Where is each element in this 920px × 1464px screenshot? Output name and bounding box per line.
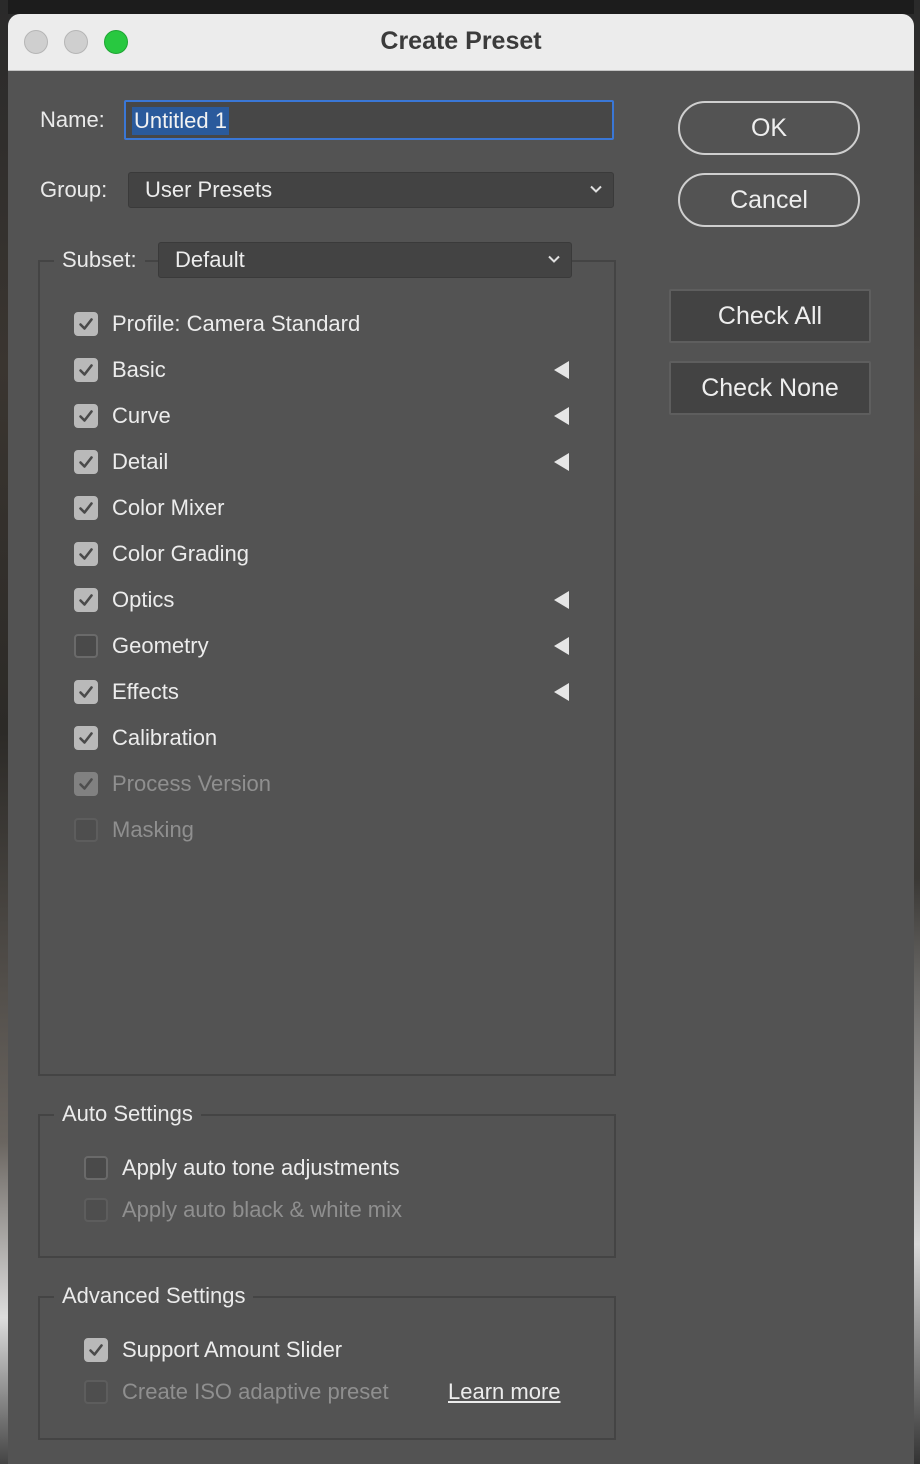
desktop-background-left [0, 0, 8, 1464]
checkbox-checked[interactable] [74, 680, 98, 704]
checkbox-unchecked[interactable] [84, 1156, 108, 1180]
setting-row[interactable]: Basic [74, 356, 614, 384]
checkbox-checked[interactable] [74, 588, 98, 612]
group-dropdown[interactable]: User Presets [128, 172, 614, 208]
setting-row[interactable]: Calibration [74, 724, 614, 752]
setting-row[interactable]: Detail [74, 448, 614, 476]
setting-label: Detail [112, 449, 169, 474]
check-all-button[interactable]: Check All [669, 289, 871, 343]
subset-label: Subset: [54, 246, 145, 274]
advanced-settings-legend: Advanced Settings [54, 1282, 254, 1310]
setting-row[interactable]: Geometry [74, 632, 614, 660]
setting-label: Apply auto tone adjustments [122, 1155, 400, 1180]
group-label: Group: [40, 177, 108, 202]
setting-label: Calibration [112, 725, 218, 750]
setting-label: Color Mixer [112, 495, 225, 520]
setting-label: Process Version [112, 771, 271, 796]
checkbox-unchecked [74, 818, 98, 842]
checkbox-unchecked[interactable] [74, 634, 98, 658]
cancel-button[interactable]: Cancel [678, 173, 860, 227]
ok-button[interactable]: OK [678, 101, 860, 155]
window-title: Create Preset [380, 27, 542, 55]
advanced-settings-group-box [38, 1296, 616, 1440]
setting-label: Apply auto black & white mix [122, 1197, 403, 1222]
setting-row[interactable]: Process Version [74, 770, 614, 798]
disclosure-triangle-icon[interactable] [554, 407, 569, 425]
setting-label: Optics [112, 587, 175, 612]
desktop-background-top [0, 0, 920, 14]
disclosure-triangle-icon[interactable] [554, 637, 569, 655]
setting-row[interactable]: Effects [74, 678, 614, 706]
checkbox-checked[interactable] [74, 542, 98, 566]
group-dropdown-value: User Presets [145, 177, 273, 202]
checkbox-checked[interactable] [74, 404, 98, 428]
setting-row[interactable]: Apply auto tone adjustments [84, 1154, 624, 1182]
setting-label: Basic [112, 357, 166, 382]
name-label: Name: [40, 107, 105, 132]
checkbox-unchecked [84, 1198, 108, 1222]
auto-settings-legend: Auto Settings [54, 1100, 201, 1128]
setting-label: Profile: Camera Standard [112, 311, 361, 336]
setting-label: Color Grading [112, 541, 249, 566]
disclosure-triangle-icon[interactable] [554, 453, 569, 471]
checkbox-checked[interactable] [84, 1338, 108, 1362]
checkbox-checked[interactable] [74, 312, 98, 336]
title-bar: Create Preset [8, 14, 914, 71]
chevron-down-icon [548, 255, 560, 263]
name-input-value: Untitled 1 [132, 107, 229, 135]
checkbox-checked [74, 772, 98, 796]
setting-label: Support Amount Slider [122, 1337, 343, 1362]
learn-more-link[interactable]: Learn more [448, 1378, 561, 1406]
setting-label: Effects [112, 679, 179, 704]
auto-settings-group-box [38, 1114, 616, 1258]
checkbox-unchecked [84, 1380, 108, 1404]
create-preset-dialog: Create Preset Name: Untitled 1 Group: Us… [8, 14, 914, 1464]
setting-row[interactable]: Apply auto black & white mix [84, 1196, 624, 1224]
setting-label: Create ISO adaptive preset [122, 1379, 389, 1404]
name-input[interactable]: Untitled 1 [124, 100, 614, 140]
setting-row[interactable]: Color Mixer [74, 494, 614, 522]
desktop-background-right [914, 0, 920, 1464]
chevron-down-icon [590, 185, 602, 193]
checkbox-checked[interactable] [74, 358, 98, 382]
setting-row[interactable]: Color Grading [74, 540, 614, 568]
setting-row[interactable]: Profile: Camera Standard [74, 310, 614, 338]
checkbox-checked[interactable] [74, 726, 98, 750]
subset-dropdown[interactable]: Default [158, 242, 572, 278]
setting-row[interactable]: Curve [74, 402, 614, 430]
setting-row[interactable]: Optics [74, 586, 614, 614]
setting-label: Masking [112, 817, 194, 842]
disclosure-triangle-icon[interactable] [554, 683, 569, 701]
setting-label: Geometry [112, 633, 209, 658]
checkbox-checked[interactable] [74, 496, 98, 520]
setting-row[interactable]: Masking [74, 816, 614, 844]
disclosure-triangle-icon[interactable] [554, 591, 569, 609]
check-none-button[interactable]: Check None [669, 361, 871, 415]
setting-label: Curve [112, 403, 171, 428]
disclosure-triangle-icon[interactable] [554, 361, 569, 379]
subset-dropdown-value: Default [175, 247, 245, 272]
setting-row[interactable]: Support Amount Slider [84, 1336, 624, 1364]
checkbox-checked[interactable] [74, 450, 98, 474]
